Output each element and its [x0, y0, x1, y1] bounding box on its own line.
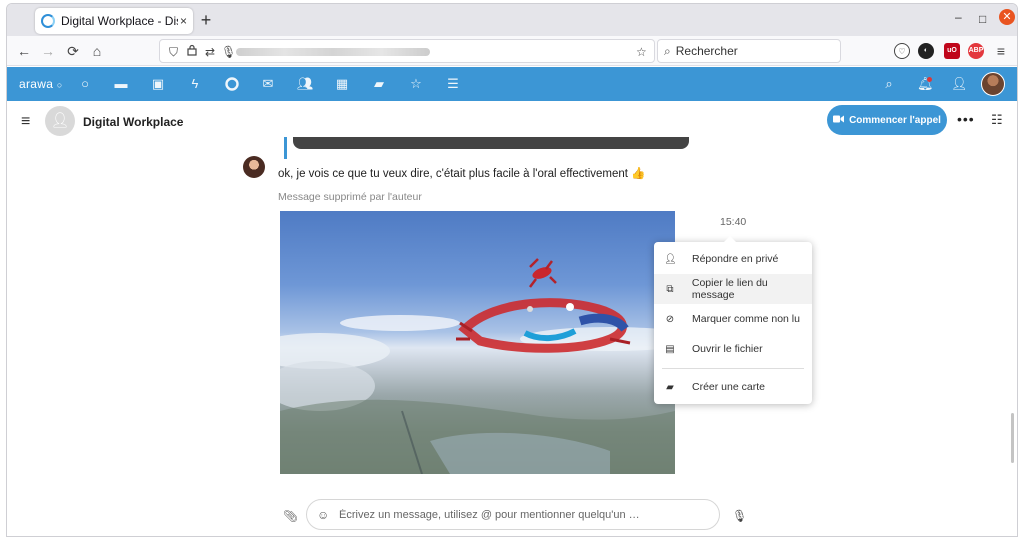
message-actions-menu: 👤︎ Répondre en privé ⧉ Copier le lien du…	[654, 236, 812, 404]
menu-item-reply-private[interactable]: 👤︎ Répondre en privé	[654, 244, 812, 274]
lock-icon[interactable]	[187, 44, 197, 60]
site-favicon-icon	[41, 14, 55, 28]
search-placeholder: Rechercher	[675, 44, 738, 58]
video-camera-icon	[833, 115, 845, 126]
author-avatar[interactable]	[243, 156, 265, 178]
microphone-icon[interactable]: 🎙︎	[732, 509, 747, 523]
scrollbar[interactable]	[1011, 413, 1014, 463]
search-icon[interactable]: ⌕	[881, 76, 897, 92]
menu-item-label: Créer une carte	[692, 381, 765, 393]
folder-icon[interactable]: ▬	[113, 76, 129, 92]
search-icon: ⌕	[664, 43, 671, 58]
activity-icon[interactable]: ϟ	[187, 76, 203, 92]
previous-message-bubble	[293, 137, 689, 149]
deck-icon[interactable]: ▰	[371, 76, 387, 92]
paperclip-icon[interactable]: 📎︎	[283, 509, 298, 523]
image-icon[interactable]: ▣	[150, 76, 166, 92]
quote-indicator	[284, 137, 287, 159]
menu-item-label: Répondre en privé	[692, 253, 779, 265]
menu-icon[interactable]: ≡	[992, 42, 1010, 60]
sidebar-toggle-icon[interactable]: ☷	[991, 112, 1003, 128]
home-icon[interactable]: ⌂	[88, 42, 106, 60]
message-composer: ☺	[306, 499, 720, 530]
notes-icon[interactable]: ☰	[445, 76, 461, 92]
microphone-permission-icon[interactable]: 🎙︎	[221, 44, 236, 60]
maximize-button[interactable]: □	[979, 12, 986, 26]
new-tab-button[interactable]: +	[197, 11, 215, 29]
contacts-menu-icon[interactable]: 👤︎	[951, 76, 968, 92]
skydivers-photo	[280, 258, 675, 474]
shield-icon[interactable]: ⛉	[169, 44, 178, 60]
menu-divider	[662, 368, 804, 369]
menu-item-mark-unread[interactable]: ⊘ Marquer comme non lu	[654, 304, 812, 334]
emoji-icon[interactable]: ☺	[317, 508, 329, 522]
notifications-icon[interactable]: 🔔︎	[917, 76, 934, 92]
tab-digital-workplace[interactable]: Digital Workplace - Discu ×	[35, 8, 193, 34]
app-header: arawa ○ ○ ▬ ▣ ϟ ✉ 👥︎ ▦ ▰ ☆ ☰ ⌕ 🔔︎ 👤︎	[7, 67, 1017, 106]
eye-off-icon: ⊘	[665, 313, 675, 325]
url-text-redacted	[236, 48, 430, 56]
deck-card-icon: ▰	[666, 381, 674, 393]
minimize-button[interactable]: –	[955, 10, 962, 24]
close-window-button[interactable]: ✕	[999, 9, 1015, 25]
conversation-avatar: 👤︎	[45, 106, 75, 136]
ublock-icon[interactable]: uO	[944, 43, 960, 59]
calendar-icon[interactable]: ▦	[334, 76, 350, 92]
deleted-message-note: Message supprimé par l'auteur	[278, 191, 422, 203]
message-text: ok, je vois ce que tu veux dire, c'était…	[278, 168, 646, 180]
user-avatar[interactable]	[981, 72, 1005, 96]
reload-icon[interactable]: ⟳	[64, 42, 82, 60]
back-icon[interactable]: ←	[15, 42, 33, 60]
contacts-icon[interactable]: 👥︎	[297, 76, 314, 92]
dashboard-icon[interactable]: ○	[77, 76, 93, 92]
browser-window: Digital Workplace - Discu × + – □ ✕ ← → …	[6, 3, 1018, 537]
conversation-title: Digital Workplace	[83, 115, 184, 129]
extension-icon[interactable]: ◐	[918, 43, 934, 59]
url-bar[interactable]: ⛉ ⇄ 🎙︎ ☆	[159, 39, 655, 63]
person-icon: 👤︎	[664, 253, 677, 265]
tab-close-icon[interactable]: ×	[180, 14, 187, 28]
search-bar[interactable]: ⌕ Rechercher	[657, 39, 841, 63]
permissions-icon[interactable]: ⇄	[205, 44, 215, 60]
menu-item-open-file[interactable]: ▤ Ouvrir le fichier	[654, 334, 812, 364]
menu-item-label: Copier le lien du message	[691, 277, 768, 301]
menu-item-label: Ouvrir le fichier	[692, 343, 763, 355]
start-call-button[interactable]: Commencer l'appel	[827, 105, 947, 135]
forward-icon[interactable]: →	[39, 42, 57, 60]
menu-item-label: Marquer comme non lu	[692, 313, 800, 325]
star-app-icon[interactable]: ☆	[408, 76, 424, 92]
mail-icon[interactable]: ✉	[260, 76, 276, 92]
start-call-label: Commencer l'appel	[849, 114, 941, 126]
hamburger-icon[interactable]: ≡	[21, 113, 30, 131]
arawa-logo[interactable]: arawa ○	[19, 77, 63, 91]
tab-title: Digital Workplace - Discu	[61, 14, 178, 28]
browser-toolbar: ← → ⟳ ⌂ ⛉ ⇄ 🎙︎ ☆ ⌕ Rechercher ♡ ◐ uO ABP…	[7, 36, 1017, 66]
chat-area: ok, je vois ce que tu veux dire, c'était…	[7, 137, 1017, 536]
shared-image-skydivers[interactable]	[280, 211, 675, 474]
menu-item-copy-link[interactable]: ⧉ Copier le lien du message	[654, 274, 812, 304]
menu-item-create-card[interactable]: ▰ Créer une carte	[654, 372, 812, 402]
more-options-button[interactable]: •••	[957, 111, 975, 127]
file-icon: ▤	[665, 343, 675, 355]
message-timestamp: 15:40	[720, 216, 747, 228]
tab-strip: Digital Workplace - Discu × + – □ ✕	[7, 4, 1017, 36]
talk-icon[interactable]	[224, 76, 240, 106]
pocket-icon[interactable]: ♡	[894, 43, 910, 59]
bookmark-star-icon[interactable]: ☆	[636, 44, 647, 60]
adblock-icon[interactable]: ABP	[968, 43, 984, 59]
external-link-icon: ⧉	[666, 283, 674, 295]
message-input[interactable]	[339, 506, 709, 524]
